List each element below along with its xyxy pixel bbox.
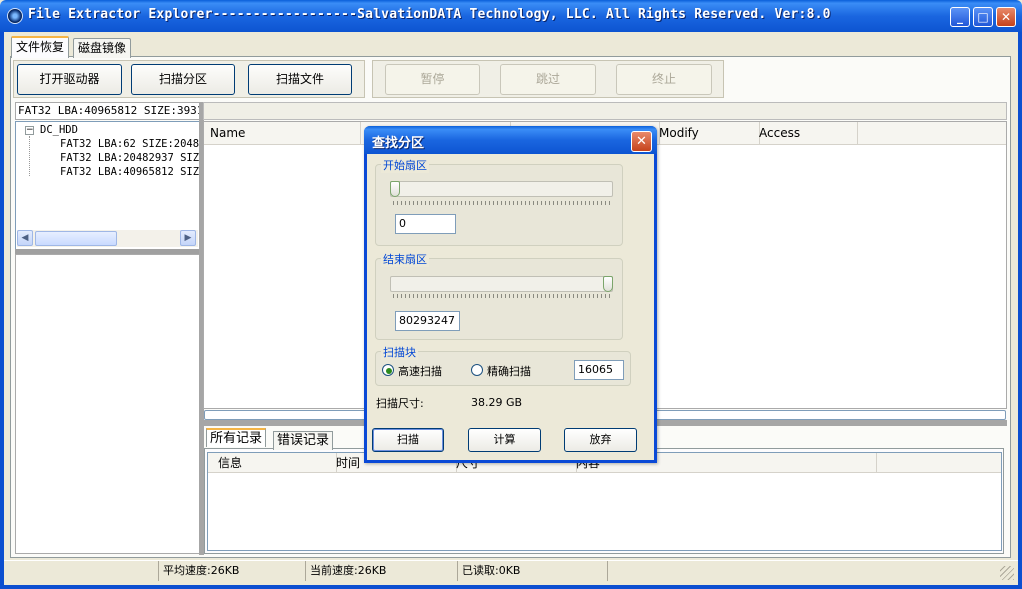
tree-item-partition[interactable]: FAT32 LBA:62 SIZE:20482 — [60, 138, 199, 151]
start-sector-label: 开始扇区 — [381, 157, 429, 173]
start-sector-input[interactable]: 0 — [395, 214, 456, 234]
precise-scan-radio[interactable] — [471, 364, 483, 376]
left-lower-pane — [15, 254, 200, 554]
scan-size-label: 扫描尺寸: — [376, 397, 424, 410]
column-header-access[interactable]: Access — [753, 122, 858, 145]
window-title: File Extractor Explorer-----------------… — [28, 7, 831, 22]
skip-button[interactable]: 跳过 — [500, 64, 596, 95]
chevron-right-icon: ▶ — [184, 233, 192, 243]
scan-size-value: 38.29 GB — [471, 396, 523, 409]
tree-item-root[interactable]: DC_HDD — [40, 124, 78, 137]
start-sector-slider[interactable] — [390, 181, 613, 197]
end-sector-slider-thumb[interactable] — [603, 276, 613, 292]
window-frame-bottom — [0, 585, 1022, 589]
open-drive-button[interactable]: 打开驱动器 — [17, 64, 122, 95]
partition-info: FAT32 LBA:40965812 SIZE:393109 — [15, 102, 200, 120]
dialog-title: 查找分区 — [372, 136, 425, 151]
fast-scan-label[interactable]: 高速扫描 — [398, 363, 442, 379]
close-icon: ✕ — [636, 134, 647, 149]
pause-button[interactable]: 暂停 — [385, 64, 480, 95]
close-icon: ✕ — [1000, 10, 1012, 24]
tab-error-records[interactable]: 错误记录 — [273, 431, 334, 450]
scroll-left-button[interactable]: ◀ — [17, 230, 33, 246]
tab-all-records[interactable]: 所有记录 — [206, 428, 267, 447]
scan-partition-button[interactable]: 扫描分区 — [131, 64, 235, 95]
status-bytes-read: 已读取:0KB — [457, 561, 612, 581]
scroll-right-button[interactable]: ▶ — [180, 230, 196, 246]
dialog-scan-button[interactable]: 扫描 — [372, 428, 444, 452]
dialog-calculate-button[interactable]: 计算 — [468, 428, 541, 452]
minimize-icon: _ — [957, 10, 963, 24]
fast-scan-radio[interactable] — [382, 364, 394, 376]
minimize-button[interactable]: _ — [950, 7, 970, 27]
tab-file-recovery[interactable]: 文件恢复 — [11, 36, 70, 58]
window-frame-right — [1018, 32, 1022, 589]
status-cell — [607, 561, 1002, 581]
scroll-thumb[interactable] — [35, 231, 117, 246]
app-icon[interactable] — [7, 8, 23, 24]
end-sector-label: 结束扇区 — [381, 251, 429, 267]
tree-item-partition[interactable]: FAT32 LBA:20482937 SIZE — [60, 152, 199, 165]
dialog-close-button[interactable]: ✕ — [631, 131, 652, 152]
start-sector-slider-thumb[interactable] — [390, 181, 400, 197]
status-current-speed: 当前速度:26KB — [305, 561, 462, 581]
tab-disk-image[interactable]: 磁盘镜像 — [73, 38, 132, 58]
end-sector-input[interactable]: 80293247 — [395, 311, 460, 331]
scan-file-button[interactable]: 扫描文件 — [248, 64, 352, 95]
status-avg-speed: 平均速度:26KB — [158, 561, 310, 581]
end-sector-slider[interactable] — [390, 276, 613, 292]
scan-block-label: 扫描块 — [381, 344, 418, 360]
chevron-left-icon: ◀ — [21, 233, 29, 243]
maximize-icon: □ — [977, 10, 989, 24]
dialog-cancel-button[interactable]: 放弃 — [564, 428, 637, 452]
slider-ticks — [393, 201, 610, 205]
log-column-info[interactable]: 信息 — [208, 453, 337, 473]
path-bar — [203, 102, 1007, 120]
tree-item-partition[interactable]: FAT32 LBA:40965812 SIZE — [60, 166, 199, 179]
slider-ticks — [393, 294, 610, 298]
column-header-name[interactable]: Name — [204, 122, 361, 145]
precise-scan-label[interactable]: 精确扫描 — [487, 363, 531, 379]
column-header-modify[interactable]: Modify — [653, 122, 760, 145]
window-frame-left — [0, 32, 4, 589]
scan-block-input[interactable]: 16065 — [574, 360, 624, 380]
close-button[interactable]: ✕ — [996, 7, 1016, 27]
resize-grip-icon[interactable] — [1000, 566, 1014, 580]
tree-connector — [29, 136, 30, 176]
maximize-button[interactable]: □ — [973, 7, 993, 27]
tree-collapse-icon[interactable]: − — [25, 126, 34, 135]
stop-button[interactable]: 终止 — [616, 64, 712, 95]
